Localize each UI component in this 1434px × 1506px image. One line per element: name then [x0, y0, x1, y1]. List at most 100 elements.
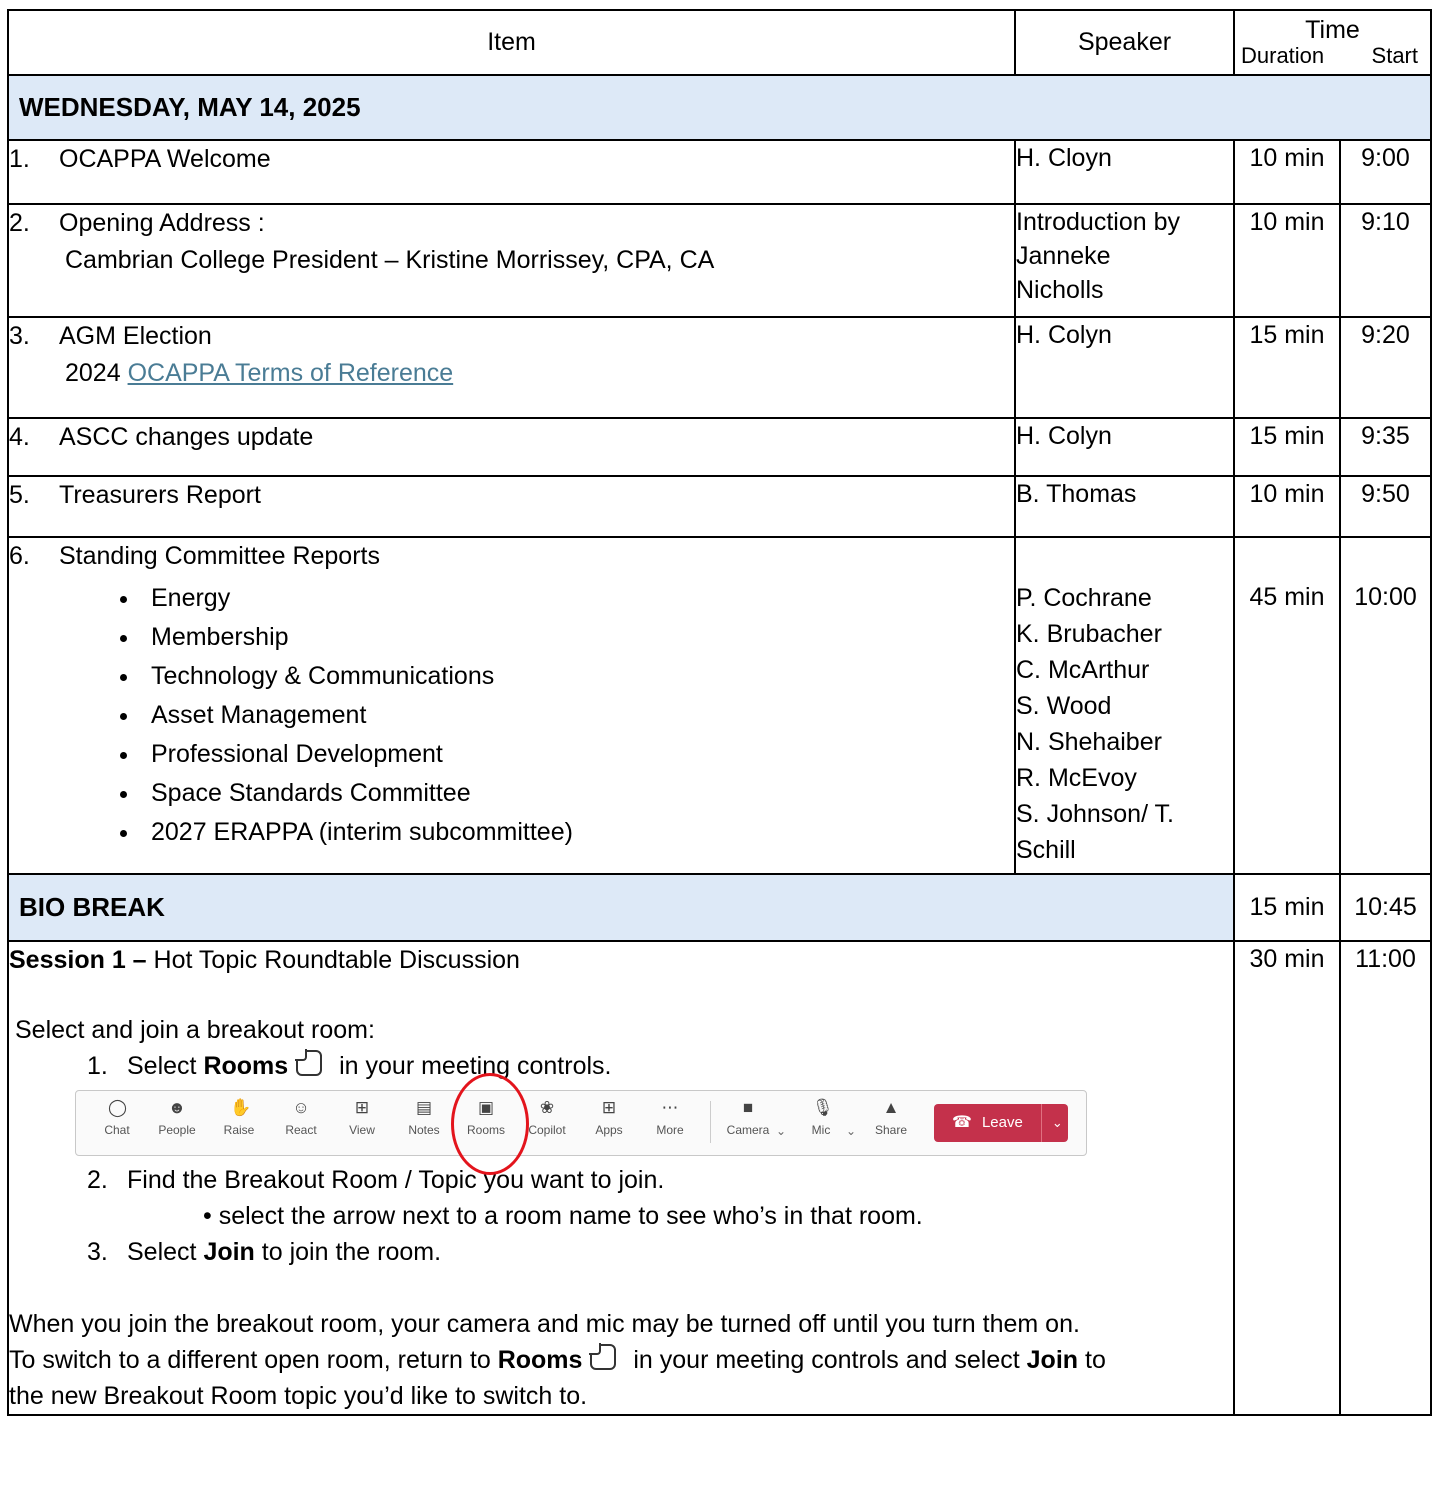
toolbar-mic-button[interactable]: 🎙 Mic — [794, 1099, 848, 1138]
toolbar-share-button[interactable]: ▲ Share — [864, 1099, 918, 1138]
rooms-highlight-circle — [451, 1073, 529, 1175]
item-title: AGM Election — [59, 322, 212, 350]
note-bold: Rooms — [497, 1346, 583, 1374]
item-start: 9:35 — [1339, 417, 1432, 477]
speaker-line: R. McEvoy — [1016, 764, 1137, 792]
camera-icon: ■ — [742, 1098, 754, 1117]
toolbar-label: Share — [874, 1123, 908, 1137]
speaker-line: S. Wood — [1016, 692, 1112, 720]
session-note: To switch to a different open room, retu… — [9, 1342, 1233, 1378]
header-duration: Duration — [1241, 42, 1325, 68]
mic-chevron-down-icon[interactable]: ⌄ — [846, 1113, 856, 1149]
chevron-down-icon[interactable]: ⌄ — [1052, 1105, 1063, 1141]
chat-icon: ◯ — [108, 1098, 128, 1117]
break-label: BIO BREAK — [7, 873, 1235, 942]
view-icon: ⊞ — [354, 1098, 370, 1117]
substep: • select the arrow next to a room name t… — [203, 1202, 923, 1230]
speaker-line: S. Johnson/ T. — [1016, 800, 1174, 828]
item-title: Treasurers Report — [59, 481, 261, 509]
note-text: to — [1078, 1346, 1106, 1374]
toolbar-label: More — [656, 1123, 684, 1137]
toolbar-label: Mic — [811, 1123, 831, 1137]
toolbar-view-button[interactable]: ⊞ View — [335, 1098, 389, 1138]
speaker-line: Nicholls — [1016, 276, 1104, 304]
toolbar-label: Chat — [104, 1123, 130, 1137]
session-label: Session 1 – — [9, 946, 147, 974]
header-time: Time Duration Start — [1233, 9, 1432, 76]
session-row: Session 1 – Hot Topic Roundtable Discuss… — [7, 940, 1432, 1416]
people-icon: ☻ — [168, 1098, 186, 1117]
item-speaker: H. Cloyn — [1014, 139, 1235, 205]
header-speaker: Speaker — [1014, 9, 1235, 76]
header-time-label: Time — [1305, 15, 1360, 44]
toolbar-camera-button[interactable]: ■ Camera — [721, 1098, 775, 1138]
item-number: 1. — [9, 145, 30, 173]
item-subtitle-prefix: 2024 — [65, 359, 128, 387]
list-item: Membership — [141, 618, 1014, 657]
item-subtitle: Cambrian College President – Kristine Mo… — [65, 246, 715, 274]
step-number: 2. — [87, 1166, 108, 1194]
item-duration: 10 min — [1233, 475, 1341, 538]
agenda-row: 3. AGM Election 2024 OCAPPA Terms of Refe… — [7, 316, 1432, 419]
step-number: 3. — [87, 1238, 108, 1266]
committee-list: Energy Membership Technology & Communica… — [9, 579, 1014, 852]
notes-icon: ▤ — [415, 1098, 433, 1117]
speaker-line: Schill — [1016, 836, 1076, 864]
session-cell: Session 1 – Hot Topic Roundtable Discuss… — [7, 940, 1235, 1416]
step-text: Select — [127, 1052, 204, 1080]
item-speaker: Introduction by Janneke Nicholls — [1014, 203, 1235, 318]
session-title: Hot Topic Roundtable Discussion — [146, 946, 520, 974]
toolbar-raise-button[interactable]: ✋ Raise — [212, 1099, 266, 1138]
terms-of-reference-link[interactable]: OCAPPA Terms of Reference — [128, 359, 454, 387]
agenda-row: 1. OCAPPA Welcome H. Cloyn 10 min 9:00 — [7, 139, 1432, 205]
item-number: 6. — [9, 542, 30, 570]
camera-chevron-down-icon[interactable]: ⌄ — [776, 1113, 786, 1149]
note-text: To switch to a different open room, retu… — [9, 1346, 498, 1374]
session-duration: 30 min — [1233, 940, 1341, 1416]
agenda-table: Item Speaker Time Duration Start WEDNESD… — [7, 9, 1432, 1416]
step-bold: Rooms — [203, 1052, 289, 1080]
react-icon: ☺ — [292, 1098, 310, 1117]
item-number: 4. — [9, 423, 30, 451]
rooms-icon — [589, 1343, 617, 1370]
list-item: Energy — [141, 579, 1014, 618]
toolbar-people-button[interactable]: ☻ People — [150, 1098, 204, 1138]
item-number: 3. — [9, 322, 30, 350]
session-start: 11:00 — [1339, 940, 1432, 1416]
item-start: 10:00 — [1339, 536, 1432, 875]
item-duration: 15 min — [1233, 417, 1341, 477]
header-item: Item — [7, 9, 1016, 76]
item-start: 9:20 — [1339, 316, 1432, 419]
speaker-line: C. McArthur — [1016, 656, 1150, 684]
item-duration: 10 min — [1233, 203, 1341, 318]
item-start: 9:00 — [1339, 139, 1432, 205]
item-number: 5. — [9, 481, 30, 509]
phone-hangup-icon: ☎ — [952, 1114, 972, 1131]
leave-button[interactable]: ☎ Leave ⌄ — [934, 1104, 1068, 1142]
item-duration: 45 min — [1233, 536, 1341, 875]
toolbar-label: People — [158, 1123, 196, 1137]
toolbar-chat-button[interactable]: ◯ Chat — [90, 1098, 144, 1138]
step-bold: Join — [203, 1238, 255, 1266]
agenda-row: 2. Opening Address : Cambrian College Pre… — [7, 203, 1432, 318]
toolbar-notes-button[interactable]: ▤ Notes — [397, 1098, 451, 1138]
toolbar-apps-button[interactable]: ⊞ Apps — [582, 1098, 636, 1138]
item-speaker: P. Cochrane K. Brubacher C. McArthur S. … — [1014, 536, 1235, 875]
item-speaker: H. Colyn — [1014, 316, 1235, 419]
apps-icon: ⊞ — [601, 1098, 617, 1117]
item-duration: 15 min — [1233, 316, 1341, 419]
list-item: Space Standards Committee — [141, 774, 1014, 813]
item-start: 9:10 — [1339, 203, 1432, 318]
agenda-row: 6. Standing Committee Reports Energy Memb… — [7, 536, 1432, 875]
step-text: in your meeting controls. — [332, 1052, 612, 1080]
rooms-icon — [295, 1049, 323, 1076]
speaker-line: P. Cochrane — [1016, 584, 1152, 612]
step-text: Find the Breakout Room / Topic you want … — [127, 1166, 665, 1194]
step-text: to join the room. — [254, 1238, 442, 1266]
toolbar-react-button[interactable]: ☺ React — [274, 1098, 328, 1138]
item-start: 9:50 — [1339, 475, 1432, 538]
toolbar-more-button[interactable]: ⋯ More — [643, 1099, 697, 1138]
note-bold: Join — [1026, 1346, 1079, 1374]
agenda-row: 4. ASCC changes update H. Colyn 15 min 9:… — [7, 417, 1432, 477]
toolbar-label: View — [349, 1123, 375, 1137]
